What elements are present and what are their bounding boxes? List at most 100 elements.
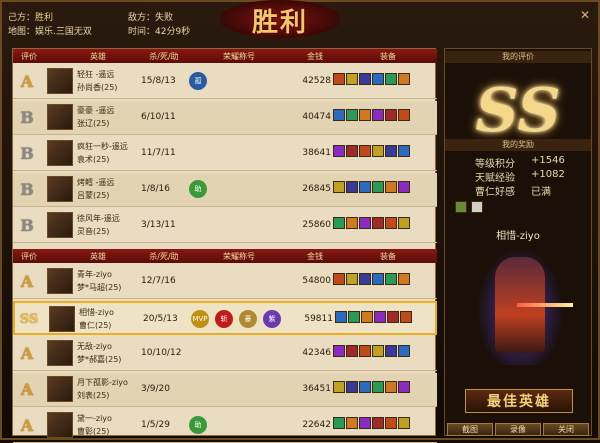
player-row[interactable]: B 烤鳕 -遥远 吕蒙(25) 1/8/16 助 26845 bbox=[13, 173, 437, 207]
reward-item-icon[interactable] bbox=[470, 201, 483, 213]
equipment-item-icon[interactable] bbox=[372, 381, 384, 393]
equipment-item-icon[interactable] bbox=[359, 273, 371, 285]
hero-avatar[interactable] bbox=[47, 212, 73, 238]
hero-avatar[interactable] bbox=[47, 140, 73, 166]
equipment-item-icon[interactable] bbox=[372, 217, 384, 229]
honor-badge[interactable]: 助 bbox=[189, 416, 207, 434]
equipment-item-icon[interactable] bbox=[333, 345, 345, 357]
equipment-item-icon[interactable] bbox=[387, 311, 399, 323]
hero-avatar[interactable] bbox=[49, 306, 75, 332]
equipment-item-icon[interactable] bbox=[333, 273, 345, 285]
player-row[interactable]: A 月下孤影-ziyo 刘表(25) 3/9/20 36451 bbox=[13, 373, 437, 407]
equipment-item-icon[interactable] bbox=[333, 381, 345, 393]
equipment-item-icon[interactable] bbox=[372, 417, 384, 429]
equipment-item-icon[interactable] bbox=[333, 145, 345, 157]
close-icon[interactable]: ✕ bbox=[578, 8, 592, 22]
equipment-item-icon[interactable] bbox=[374, 311, 386, 323]
equipment-item-icon[interactable] bbox=[333, 109, 345, 121]
equipment-item-icon[interactable] bbox=[398, 109, 410, 121]
col-kda: 杀/死/助 bbox=[149, 252, 179, 261]
equipment-item-icon[interactable] bbox=[346, 145, 358, 157]
screenshot-button[interactable]: 截图 bbox=[447, 423, 493, 436]
equipment-item-icon[interactable] bbox=[398, 145, 410, 157]
equipment-item-icon[interactable] bbox=[346, 345, 358, 357]
equipment-item-icon[interactable] bbox=[398, 217, 410, 229]
honor-badge[interactable]: 斩 bbox=[215, 310, 233, 328]
equipment-item-icon[interactable] bbox=[398, 345, 410, 357]
equipment-item-icon[interactable] bbox=[346, 381, 358, 393]
player-row[interactable]: B 疯狂一秒-遥远 袁术(25) 11/7/11 38641 bbox=[13, 137, 437, 171]
equipment-item-icon[interactable] bbox=[372, 145, 384, 157]
equipment-item-icon[interactable] bbox=[385, 417, 397, 429]
equipment-item-icon[interactable] bbox=[385, 73, 397, 85]
player-row[interactable]: B 豪豪 -遥远 张辽(25) 6/10/11 40474 bbox=[13, 101, 437, 135]
equipment-item-icon[interactable] bbox=[333, 417, 345, 429]
player-row[interactable]: A 无敌-ziyo 梦*郝嘉(25) 10/10/12 42346 bbox=[13, 337, 437, 371]
player-row[interactable]: B 徐风年-遥远 灵音(25) 3/13/11 25860 bbox=[13, 209, 437, 243]
equipment-item-icon[interactable] bbox=[359, 417, 371, 429]
equipment-item-icon[interactable] bbox=[385, 109, 397, 121]
close-button[interactable]: 关闭 bbox=[543, 423, 589, 436]
equipment-item-icon[interactable] bbox=[385, 381, 397, 393]
player-row[interactable]: A 轻狂 -遥远 孙尚香(25) 15/8/13 孤 42528 bbox=[13, 65, 437, 99]
player-grade: B bbox=[20, 216, 34, 235]
equipment-item-icon[interactable] bbox=[372, 345, 384, 357]
equipment-item-icon[interactable] bbox=[346, 73, 358, 85]
equipment-item-icon[interactable] bbox=[359, 381, 371, 393]
hero-avatar[interactable] bbox=[47, 104, 73, 130]
hero-name: 孙尚香(25) bbox=[77, 83, 118, 92]
equipment-item-icon[interactable] bbox=[385, 273, 397, 285]
equipment-item-icon[interactable] bbox=[372, 273, 384, 285]
equipment-item-icon[interactable] bbox=[333, 73, 345, 85]
equipment-item-icon[interactable] bbox=[361, 311, 373, 323]
hero-avatar[interactable] bbox=[47, 376, 73, 402]
equipment-item-icon[interactable] bbox=[346, 417, 358, 429]
hero-avatar[interactable] bbox=[47, 340, 73, 366]
equipment-item-icon[interactable] bbox=[385, 345, 397, 357]
equipment-item-icon[interactable] bbox=[372, 73, 384, 85]
replay-button[interactable]: 录像 bbox=[495, 423, 541, 436]
equipment-item-icon[interactable] bbox=[335, 311, 347, 323]
equipment-item-icon[interactable] bbox=[372, 109, 384, 121]
player-row[interactable]: A 青年-ziyo 梦*马超(25) 12/7/16 54800 bbox=[13, 265, 437, 299]
honor-badge[interactable]: 助 bbox=[189, 180, 207, 198]
equipment-item-icon[interactable] bbox=[346, 217, 358, 229]
equipment-item-icon[interactable] bbox=[400, 311, 412, 323]
equipment-item-icon[interactable] bbox=[359, 145, 371, 157]
equipment-item-icon[interactable] bbox=[385, 145, 397, 157]
equipment-item-icon[interactable] bbox=[359, 109, 371, 121]
honor-badge[interactable]: MVP bbox=[191, 310, 209, 328]
action-bar: 截图 录像 关闭 bbox=[445, 423, 591, 437]
equipment-item-icon[interactable] bbox=[359, 73, 371, 85]
hero-avatar[interactable] bbox=[47, 176, 73, 202]
equipment-item-icon[interactable] bbox=[346, 273, 358, 285]
hero-avatar[interactable] bbox=[47, 412, 73, 438]
hero-avatar[interactable] bbox=[47, 68, 73, 94]
equipment-item-icon[interactable] bbox=[398, 273, 410, 285]
equipment-item-icon[interactable] bbox=[398, 381, 410, 393]
equipment-item-icon[interactable] bbox=[359, 345, 371, 357]
hero-name: 梦*郝嘉(25) bbox=[77, 355, 122, 364]
equipment-item-icon[interactable] bbox=[372, 181, 384, 193]
equipment-item-icon[interactable] bbox=[359, 181, 371, 193]
equipment-item-icon[interactable] bbox=[346, 181, 358, 193]
player-row[interactable]: SS 相惜-ziyo 曹仁(25) 20/5/13 MVP 斩豪紫 59811 bbox=[13, 301, 437, 335]
equipment-item-icon[interactable] bbox=[398, 417, 410, 429]
reward-value: +1546 bbox=[531, 155, 565, 166]
equipment-item-icon[interactable] bbox=[346, 109, 358, 121]
equipment-item-icon[interactable] bbox=[398, 73, 410, 85]
player-row[interactable]: A 黛一-ziyo 曹彰(25) 1/5/29 助 22642 bbox=[13, 409, 437, 443]
equipment-item-icon[interactable] bbox=[398, 181, 410, 193]
equipment-item-icon[interactable] bbox=[348, 311, 360, 323]
equipment-item-icon[interactable] bbox=[359, 217, 371, 229]
equipment-item-icon[interactable] bbox=[385, 217, 397, 229]
honor-badge[interactable]: 孤 bbox=[189, 72, 207, 90]
honor-badge[interactable]: 豪 bbox=[239, 310, 257, 328]
hero-avatar[interactable] bbox=[47, 268, 73, 294]
reward-item-icon[interactable] bbox=[455, 201, 467, 213]
honor-badge[interactable]: 紫 bbox=[263, 310, 281, 328]
best-hero-badge: 最佳英雄 bbox=[465, 389, 573, 413]
equipment-item-icon[interactable] bbox=[333, 217, 345, 229]
equipment-item-icon[interactable] bbox=[333, 181, 345, 193]
equipment-item-icon[interactable] bbox=[385, 181, 397, 193]
